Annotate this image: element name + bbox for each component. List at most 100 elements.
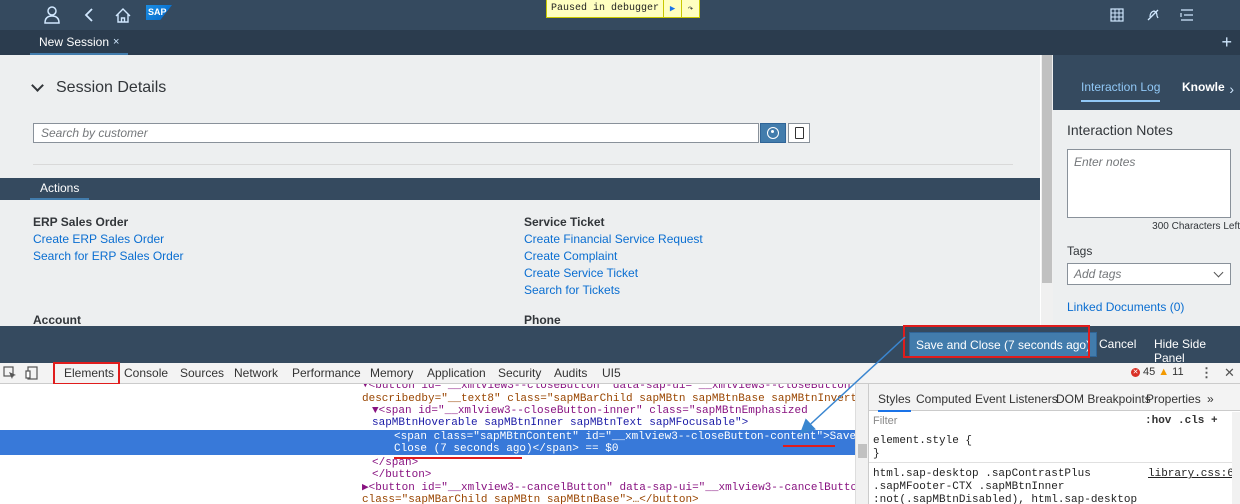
document-button[interactable] [788, 123, 810, 143]
tab-security[interactable]: Security [498, 366, 541, 380]
red-underline [394, 457, 522, 459]
create-financial-service-request-link[interactable]: Create Financial Service Request [524, 232, 703, 246]
home-icon[interactable] [113, 0, 133, 30]
devtools-toolbar: Elements Console Sources Network Perform… [0, 363, 1240, 384]
back-icon[interactable] [80, 0, 98, 30]
tab-memory[interactable]: Memory [370, 366, 413, 380]
save-and-close-button[interactable]: Save and Close (7 seconds ago) [909, 332, 1098, 357]
code-line[interactable]: sapMBtnHoverable sapMBtnInner sapMBtnTex… [372, 417, 748, 429]
search-erp-sales-order-link[interactable]: Search for ERP Sales Order [33, 249, 184, 263]
selected-node-row[interactable]: <span class="sapMBtnContent" id="__xmlvi… [0, 430, 882, 455]
elements-scrollbar[interactable] [855, 384, 868, 504]
code-line[interactable]: ▾<button id="__xmlview3--closeButton" da… [362, 384, 855, 392]
account-title: Account [33, 313, 81, 326]
tab-knowledge[interactable]: Knowle [1182, 80, 1225, 94]
tab-elements[interactable]: Elements [64, 366, 114, 380]
tab-actions[interactable]: Actions [30, 178, 90, 200]
device-toolbar-icon[interactable] [25, 366, 39, 380]
close-devtools-icon[interactable]: ✕ [1224, 365, 1235, 381]
side-panel-tabs: Interaction Log Knowle › [1053, 55, 1240, 110]
error-count: 45 [1143, 366, 1156, 378]
selected-code-line[interactable]: <span class="sapMBtnContent" id="__xmlvi… [394, 431, 882, 443]
red-underline [783, 445, 835, 447]
notes-textarea[interactable] [1067, 149, 1231, 218]
customer-search-input[interactable] [33, 123, 759, 143]
user-icon[interactable] [42, 0, 62, 30]
tab-styles[interactable]: Styles [878, 392, 911, 412]
tab-dom-breakpoints[interactable]: DOM Breakpoints [1056, 392, 1151, 406]
styles-scrollbar[interactable] [1232, 412, 1240, 504]
identify-customer-button[interactable] [760, 123, 786, 143]
tab-ui5[interactable]: UI5 [602, 366, 621, 380]
resume-icon[interactable]: ▶ [663, 0, 681, 17]
chevron-down-icon[interactable] [1213, 267, 1224, 278]
styles-filter-input[interactable]: Filter [873, 415, 897, 427]
scrollbar-thumb[interactable] [858, 444, 867, 458]
tab-console[interactable]: Console [124, 366, 168, 380]
code-line[interactable]: class="sapMBarChild sapMBtn sapMBtnBase"… [362, 494, 699, 504]
style-selector-line: html.sap-desktop .sapContrastPlus [873, 468, 1091, 480]
tab-application[interactable]: Application [427, 366, 486, 380]
grid-icon[interactable] [1108, 0, 1126, 30]
chevron-right-icon[interactable]: › [1229, 81, 1234, 97]
tab-label: New Session [39, 34, 110, 49]
warning-icon: ▲ [1158, 366, 1170, 378]
code-line[interactable]: ▼<span id="__xmlview3--closeButton-inner… [372, 405, 808, 417]
cancel-button[interactable]: Cancel [1099, 337, 1136, 351]
close-icon[interactable]: × [113, 36, 119, 48]
tab-event-listeners[interactable]: Event Listeners [975, 392, 1058, 406]
error-icon: ✕ [1131, 367, 1140, 377]
tab-new-session[interactable]: New Session × [30, 30, 129, 55]
paused-label: Paused in debugger [551, 3, 660, 14]
side-panel: Interaction Log Knowle › Interaction Not… [1053, 55, 1240, 326]
chevron-down-icon [31, 79, 44, 92]
create-erp-sales-order-link[interactable]: Create ERP Sales Order [33, 232, 164, 246]
scrollbar-thumb[interactable] [1042, 55, 1052, 283]
inspect-element-icon[interactable] [3, 366, 17, 380]
code-line[interactable]: </button> [372, 469, 431, 481]
tags-placeholder: Add tags [1074, 267, 1122, 281]
add-tab-icon[interactable]: + [1221, 32, 1232, 53]
code-line[interactable]: ▶<button id="__xmlview3--cancelButton" d… [362, 482, 855, 494]
notification-off-icon[interactable] [1144, 0, 1162, 30]
step-over-icon[interactable]: ↷ [681, 0, 699, 17]
sap-logo[interactable]: SAP [146, 5, 172, 20]
interaction-notes-title: Interaction Notes [1067, 122, 1173, 138]
divider [869, 462, 1240, 463]
more-options-icon[interactable]: ⋮ [1200, 365, 1213, 381]
linked-documents-link[interactable]: Linked Documents (0) [1067, 300, 1184, 314]
error-warning-counter[interactable]: ✕ 45 ▲ 11 [1131, 366, 1184, 378]
erp-sales-order-title: ERP Sales Order [33, 215, 129, 229]
tab-interaction-log[interactable]: Interaction Log [1081, 80, 1161, 102]
code-line[interactable]: describedby="__text8" class="sapMBarChil… [362, 393, 855, 405]
style-selector-line: .sapMFooter-CTX .sapMBtnInner [873, 481, 1065, 493]
main-scrollbar[interactable] [1041, 55, 1053, 326]
session-details-header[interactable]: Session Details [31, 79, 167, 97]
hide-side-panel-button[interactable]: Hide Side Panel [1154, 337, 1240, 365]
menu-lines-icon[interactable] [1178, 0, 1196, 30]
tab-audits[interactable]: Audits [554, 366, 587, 380]
style-rule-line[interactable]: element.style { [873, 435, 972, 447]
tags-combobox[interactable]: Add tags [1067, 263, 1231, 285]
selected-code-line[interactable]: Close (7 seconds ago)</span> == $0 [394, 443, 618, 455]
tags-label: Tags [1067, 244, 1093, 258]
customer-icon [767, 127, 779, 139]
hov-cls-toggles[interactable]: :hov .cls + [1145, 415, 1218, 427]
main-content: Session Details Actions ERP Sales Order … [0, 55, 1040, 326]
tab-network[interactable]: Network [234, 366, 278, 380]
more-tabs-icon[interactable]: » [1207, 392, 1214, 406]
tab-sources[interactable]: Sources [180, 366, 224, 380]
tab-properties[interactable]: Properties [1146, 392, 1201, 406]
page-title: Session Details [56, 79, 167, 96]
characters-left-counter: 300 Characters Left [1152, 221, 1240, 232]
shell-header: SAP Paused in debugger ▶ ↷ [0, 0, 1240, 30]
stylesheet-source-link[interactable]: library.css:64 [1148, 468, 1240, 480]
search-for-tickets-link[interactable]: Search for Tickets [524, 283, 620, 297]
session-tab-bar: New Session × + [0, 30, 1240, 55]
create-complaint-link[interactable]: Create Complaint [524, 249, 617, 263]
document-icon [794, 127, 804, 139]
styles-tabs: Styles Computed Event Listeners DOM Brea… [869, 384, 1240, 412]
tab-computed[interactable]: Computed [916, 392, 971, 406]
create-service-ticket-link[interactable]: Create Service Ticket [524, 266, 638, 280]
tab-performance[interactable]: Performance [292, 366, 361, 380]
